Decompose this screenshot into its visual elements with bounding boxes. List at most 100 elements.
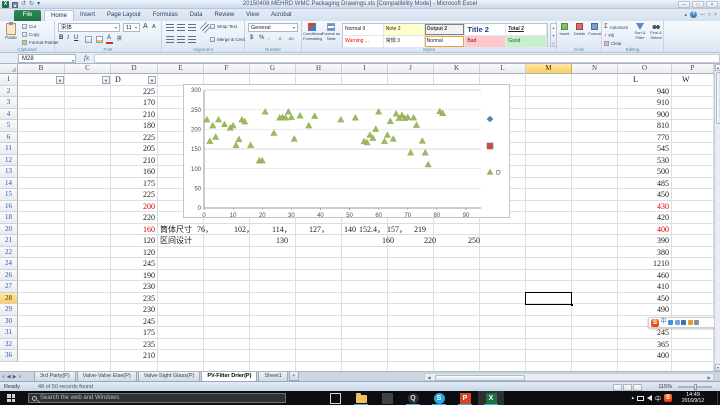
vertical-scroll-thumb[interactable]	[716, 72, 720, 124]
bold-button[interactable]: B	[59, 35, 63, 41]
style-output-2[interactable]: Output 2	[425, 24, 466, 36]
cell-D5[interactable]: 180	[111, 120, 158, 132]
filter-dropdown-icon[interactable]: ▼	[56, 76, 64, 84]
cell-O26[interactable]: 460	[618, 270, 672, 282]
undo-button[interactable]: ↺	[21, 1, 26, 8]
column-header-O[interactable]: O	[618, 64, 672, 74]
increase-decimal-button[interactable]: .0	[278, 36, 281, 41]
cell-O13[interactable]: 500	[618, 166, 672, 178]
cell-D20[interactable]: 160	[111, 224, 158, 236]
align-middle-icon[interactable]	[177, 24, 185, 31]
cell-row20-text6[interactable]: 152.4，	[359, 224, 385, 236]
header-label-W[interactable]: W	[682, 74, 690, 86]
cell-D22[interactable]: 120	[111, 247, 158, 259]
cell-O29[interactable]: 490	[618, 304, 672, 316]
scroll-down-icon[interactable]: ▼	[715, 364, 720, 371]
align-right-icon[interactable]	[188, 36, 196, 43]
column-header-B[interactable]: B	[18, 64, 65, 74]
cell-O22[interactable]: 380	[618, 247, 672, 259]
tab-home[interactable]: Home	[44, 10, 74, 21]
format-painter-button[interactable]: Format Painter	[22, 39, 59, 46]
cell-D21[interactable]: 120	[111, 235, 158, 247]
active-cell[interactable]	[525, 292, 572, 306]
column-header-E[interactable]: E	[158, 64, 204, 74]
row-header-21[interactable]: 21	[0, 235, 18, 247]
row-header-28[interactable]: 28	[0, 293, 18, 305]
column-header-C[interactable]: C	[65, 64, 111, 74]
zoom-slider[interactable]	[678, 386, 712, 388]
tray-sogou-icon[interactable]: S	[664, 394, 672, 402]
align-center-icon[interactable]	[177, 36, 185, 43]
cell-row21-text4[interactable]: 250	[468, 235, 480, 247]
cell-O4[interactable]: 900	[618, 109, 672, 121]
cell-O12[interactable]: 530	[618, 155, 672, 167]
borders-button[interactable]	[85, 36, 92, 43]
cell-D2[interactable]: 225	[111, 86, 158, 98]
column-header-D[interactable]: D	[111, 64, 158, 74]
filter-dropdown-icon[interactable]: ▼	[102, 76, 110, 84]
align-top-icon[interactable]	[166, 24, 174, 31]
tab-formulas[interactable]: Formulas	[147, 10, 184, 21]
tray-display-icon[interactable]	[637, 396, 644, 401]
column-header-P[interactable]: P	[672, 64, 714, 74]
row-header-3[interactable]: 3	[0, 97, 18, 109]
cell-row21-text2[interactable]: 160	[382, 235, 394, 247]
delete-cells-button[interactable]: Delete	[572, 23, 587, 36]
header-label-D[interactable]: D	[115, 74, 121, 86]
ime-emoji-icon[interactable]	[675, 320, 680, 325]
powerpoint-icon[interactable]: P	[452, 391, 478, 405]
fx-icon[interactable]: fx	[84, 53, 89, 64]
cell-O18[interactable]: 420	[618, 212, 672, 224]
row-header-13[interactable]: 13	[0, 166, 18, 178]
fill-button[interactable]: ↓ Fill	[604, 31, 614, 39]
cell-O11[interactable]: 545	[618, 143, 672, 155]
column-header-G[interactable]: G	[250, 64, 296, 74]
font-color-button[interactable]: A	[107, 35, 111, 41]
cell-O6[interactable]: 770	[618, 132, 672, 144]
cell-D30[interactable]: 245	[111, 316, 158, 328]
cell-D36[interactable]: 210	[111, 350, 158, 362]
underline-button[interactable]: U	[74, 35, 78, 41]
column-header-J[interactable]: J	[388, 64, 434, 74]
excel-icon[interactable]: X	[478, 391, 504, 405]
collapse-ribbon-button[interactable]: ▴	[685, 12, 688, 18]
style-title-2[interactable]: Title 2	[465, 24, 506, 36]
column-header-H[interactable]: H	[296, 64, 342, 74]
tray-chevron-up-icon[interactable]: ▴	[631, 395, 634, 401]
cell-O21[interactable]: 390	[618, 235, 672, 247]
tab-insert[interactable]: Insert	[74, 10, 101, 21]
phonetic-button[interactable]: 拼	[117, 35, 122, 42]
column-header-I[interactable]: I	[342, 64, 388, 74]
cell-row20-text2[interactable]: 102，	[234, 224, 254, 236]
cell-O2[interactable]: 940	[618, 86, 672, 98]
find-select-button[interactable]: Find & Select	[648, 23, 664, 40]
clear-button[interactable]: Clear	[604, 39, 622, 47]
tray-volume-icon[interactable]	[647, 395, 652, 401]
cell-row21-text3[interactable]: 220	[424, 235, 436, 247]
cell-O5[interactable]: 810	[618, 120, 672, 132]
insert-cells-button[interactable]: Insert	[557, 23, 572, 36]
row-header-2[interactable]: 2	[0, 86, 18, 98]
skype-icon[interactable]: S	[426, 391, 452, 405]
save-button[interactable]	[12, 2, 18, 8]
cell-O31[interactable]: 245	[618, 327, 672, 339]
copy-button[interactable]: Copy	[22, 31, 40, 38]
cell-row20-text4[interactable]: 127，	[309, 224, 329, 236]
row-header-29[interactable]: 29	[0, 304, 18, 316]
horizontal-scroll-thumb[interactable]	[435, 375, 525, 381]
row-header-32[interactable]: 32	[0, 339, 18, 351]
restore-button[interactable]: □	[692, 1, 704, 8]
column-header-M[interactable]: M	[526, 64, 572, 74]
header-label-L[interactable]: L	[633, 74, 638, 86]
scroll-left-icon[interactable]: ◀	[425, 374, 433, 381]
normal-view-button[interactable]	[613, 384, 622, 391]
redo-button[interactable]: ↻	[29, 1, 34, 8]
taskbar-clock[interactable]: 14:49 2016/9/12	[674, 392, 712, 404]
cell-O36[interactable]: 400	[618, 350, 672, 362]
paste-button[interactable]: Paste	[3, 23, 19, 40]
file-explorer-icon[interactable]	[348, 391, 374, 405]
row-header-27[interactable]: 27	[0, 281, 18, 293]
cell-O20[interactable]: 400	[618, 224, 672, 236]
ime-mode-icon[interactable]: 中	[661, 318, 667, 327]
percent-button[interactable]: %	[259, 35, 264, 41]
